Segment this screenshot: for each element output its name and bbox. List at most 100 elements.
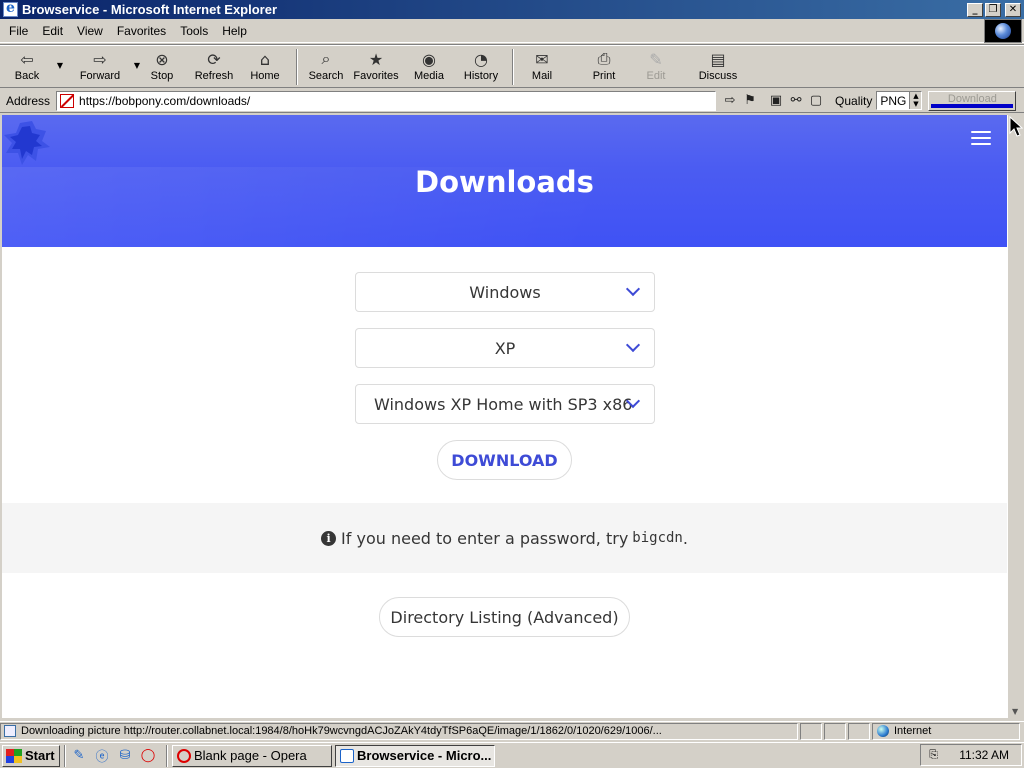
home-button[interactable]: ⌂ Home bbox=[240, 45, 290, 87]
mail-icon: ✉ bbox=[535, 49, 549, 69]
history-label: History bbox=[463, 70, 499, 82]
clipboard-icon[interactable]: ▢ bbox=[807, 92, 825, 110]
menu-favorites[interactable]: Favorites bbox=[110, 24, 173, 38]
find-binoculars-icon[interactable]: ⚯ bbox=[787, 92, 805, 110]
back-dropdown-icon[interactable]: ▼ bbox=[57, 61, 63, 70]
bobpony-logo-icon[interactable] bbox=[2, 119, 52, 169]
task-browservice-label: Browservice - Micro... bbox=[357, 748, 492, 763]
download-progress-bar bbox=[931, 103, 1014, 108]
ie-icon bbox=[3, 0, 18, 17]
stop-button[interactable]: ⊗ Stop bbox=[136, 45, 188, 87]
refresh-button[interactable]: ⟳ Refresh bbox=[188, 45, 240, 87]
back-arrow-icon: ⇦ bbox=[20, 49, 34, 69]
show-desktop-icon[interactable]: ✎ bbox=[70, 747, 88, 765]
quality-select[interactable]: PNG ▲ ▼ bbox=[876, 91, 923, 110]
ie-icon bbox=[340, 748, 354, 763]
task-opera-label: Blank page - Opera bbox=[194, 748, 307, 763]
home-label: Home bbox=[250, 70, 280, 82]
window-title: Browservice - Microsoft Internet Explore… bbox=[22, 2, 278, 17]
directory-listing-button[interactable]: Directory Listing (Advanced) bbox=[379, 597, 630, 637]
tray-network-icon[interactable]: ⎘ bbox=[929, 748, 945, 762]
quality-label: Quality bbox=[835, 93, 873, 108]
version-select[interactable]: XP bbox=[355, 328, 655, 368]
media-button[interactable]: ◉ Media bbox=[404, 45, 454, 87]
status-text-pane: Downloading picture http://router.collab… bbox=[0, 722, 798, 740]
menu-file[interactable]: File bbox=[0, 24, 35, 38]
version-select-value: XP bbox=[494, 338, 516, 358]
forward-button[interactable]: ⇨ Forward ▼ bbox=[64, 45, 140, 87]
os-select-value: Windows bbox=[469, 282, 541, 302]
history-button[interactable]: ◔ History bbox=[454, 45, 508, 87]
chevron-down-icon bbox=[625, 281, 641, 297]
os-select[interactable]: Windows bbox=[355, 272, 655, 312]
mouse-cursor-icon bbox=[1009, 116, 1023, 137]
address-label: Address bbox=[6, 93, 51, 108]
password-notice: i If you need to enter a password, try b… bbox=[2, 503, 1007, 573]
menu-edit[interactable]: Edit bbox=[35, 24, 70, 38]
address-bar: Address https://bobpony.com/downloads/ ⇨… bbox=[0, 89, 1024, 113]
page-header: Downloads bbox=[2, 115, 1007, 247]
notice-period: . bbox=[682, 528, 688, 548]
forward-label: Forward bbox=[79, 70, 121, 82]
info-icon: i bbox=[321, 530, 337, 546]
task-browservice[interactable]: Browservice - Micro... bbox=[335, 744, 495, 767]
internet-globe-icon bbox=[877, 725, 889, 737]
minimize-button[interactable]: _ bbox=[967, 2, 983, 17]
media-icon: ◉ bbox=[422, 49, 436, 69]
address-input[interactable]: https://bobpony.com/downloads/ bbox=[56, 90, 717, 111]
hamburger-menu-icon[interactable] bbox=[971, 131, 991, 145]
favorites-folder-icon: ★ bbox=[368, 49, 384, 69]
mail-button[interactable]: ✉ Mail bbox=[522, 45, 562, 87]
address-url: https://bobpony.com/downloads/ bbox=[79, 93, 251, 108]
history-icon: ◔ bbox=[474, 49, 488, 69]
close-button[interactable]: ✕ bbox=[1005, 2, 1021, 17]
scroll-down-arrow-icon[interactable]: ▼ bbox=[1012, 707, 1018, 716]
edition-select-value: Windows XP Home with SP3 x86 bbox=[374, 394, 633, 414]
security-zone: Internet bbox=[872, 722, 1020, 740]
vertical-scrollbar[interactable]: ▼ bbox=[1007, 115, 1024, 718]
insecure-page-icon bbox=[60, 93, 75, 108]
edit-label: Edit bbox=[646, 70, 666, 82]
bookmark-icon[interactable]: ⚑ bbox=[741, 92, 759, 110]
download-pill-button[interactable]: DOWNLOAD bbox=[437, 440, 572, 480]
start-label: Start bbox=[25, 748, 55, 763]
print-label: Print bbox=[592, 70, 616, 82]
clock[interactable]: 11:32 AM bbox=[959, 748, 1009, 762]
refresh-label: Refresh bbox=[194, 70, 234, 82]
start-button[interactable]: Start bbox=[2, 744, 60, 767]
print-button[interactable]: ⎙ Print bbox=[572, 45, 636, 87]
ie-quicklaunch-icon[interactable]: ⓔ bbox=[93, 747, 111, 765]
search-icon: ⌕ bbox=[321, 49, 331, 68]
page-loading-icon bbox=[4, 725, 16, 737]
task-opera[interactable]: Blank page - Opera bbox=[172, 744, 332, 767]
opera-icon bbox=[177, 748, 191, 763]
search-label: Search bbox=[308, 70, 344, 82]
menu-view[interactable]: View bbox=[70, 24, 110, 38]
zone-label: Internet bbox=[894, 725, 932, 737]
edition-select[interactable]: Windows XP Home with SP3 x86 bbox=[355, 384, 655, 424]
page-viewport[interactable]: Downloads Windows XP Windows XP Home wit… bbox=[2, 115, 1007, 718]
discuss-icon: ▤ bbox=[710, 49, 726, 69]
opera-quicklaunch-icon[interactable]: ◯ bbox=[139, 747, 157, 765]
menu-help[interactable]: Help bbox=[215, 24, 254, 38]
status-text: Downloading picture http://router.collab… bbox=[21, 725, 662, 737]
standard-toolbar: ⇦ Back ▼ ⇨ Forward ▼ ⊗ Stop ⟳ Refresh ⌂ … bbox=[0, 44, 1024, 88]
refresh-icon: ⟳ bbox=[207, 49, 221, 69]
quality-spinner-icon[interactable]: ▲ ▼ bbox=[909, 92, 922, 109]
menu-tools[interactable]: Tools bbox=[173, 24, 215, 38]
search-button[interactable]: ⌕ Search bbox=[304, 45, 348, 87]
media-label: Media bbox=[414, 70, 444, 82]
download-button[interactable]: Download bbox=[928, 90, 1017, 111]
restore-button[interactable]: ❐ bbox=[985, 2, 1001, 17]
go-arrow-icon[interactable]: ⇨ bbox=[721, 92, 739, 110]
back-button[interactable]: ⇦ Back ▼ bbox=[0, 45, 63, 87]
discuss-button[interactable]: ▤ Discuss bbox=[686, 45, 750, 87]
edit-button[interactable]: ✎ Edit bbox=[636, 45, 676, 87]
page-title: Downloads bbox=[415, 165, 594, 199]
favorites-button[interactable]: ★ Favorites bbox=[348, 45, 404, 87]
network-icon[interactable]: ⛁ bbox=[116, 747, 134, 765]
system-tray: ⎘ 11:32 AM bbox=[920, 744, 1022, 766]
window-titlebar[interactable]: Browservice - Microsoft Internet Explore… bbox=[0, 0, 1024, 19]
page-source-icon[interactable]: ▣ bbox=[767, 92, 785, 110]
favorites-label: Favorites bbox=[353, 70, 399, 82]
